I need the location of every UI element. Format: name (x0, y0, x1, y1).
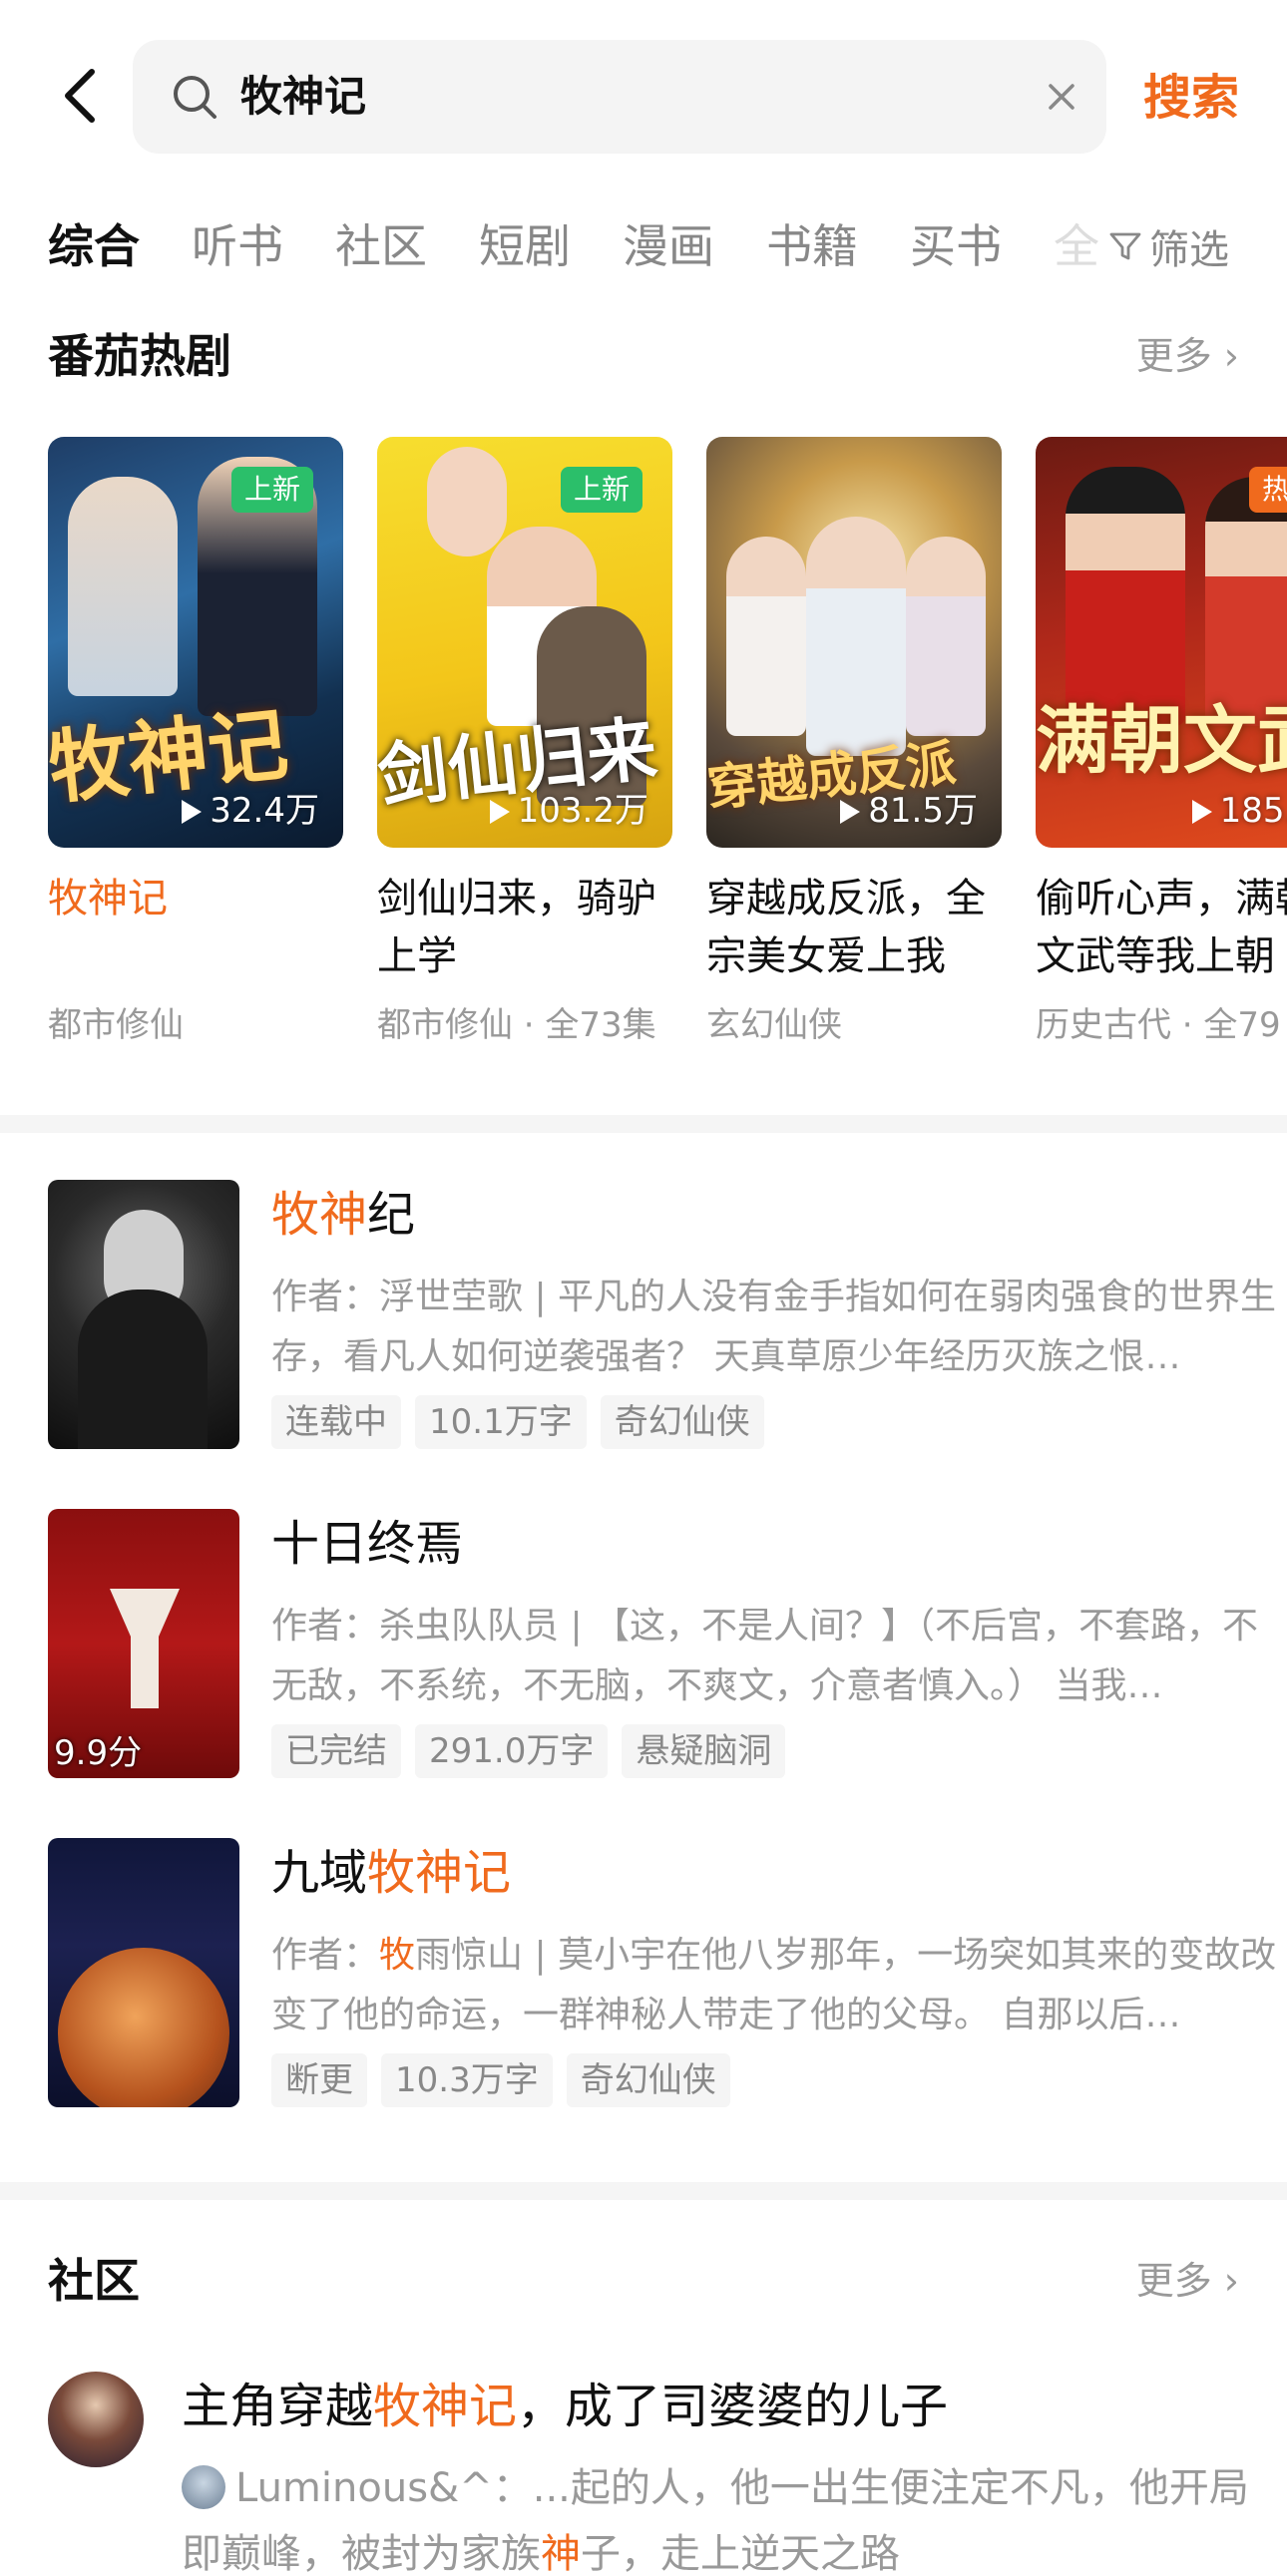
drama-meta: 玄幻仙侠 (706, 1005, 842, 1045)
book-title[interactable]: 九域牧神记 (271, 1838, 511, 1908)
tab-audiobook[interactable]: 听书 (192, 211, 283, 281)
section-title: 社区 (48, 2254, 140, 2308)
drama-card[interactable]: 满朝文武 热门 185.5万 偷听心声，满朝文武等我上朝 历史古代 · 全79 (1036, 437, 1287, 1046)
book-tags: 连载中 10.1万字 奇幻仙侠 (271, 1395, 764, 1449)
book-cover[interactable]: 9.9分 (48, 1509, 239, 1778)
word-count-tag: 10.3万字 (381, 2053, 553, 2107)
status-tag: 已完结 (271, 1724, 401, 1778)
word-count-tag: 291.0万字 (415, 1724, 609, 1778)
search-input[interactable]: 牧神记 (240, 64, 366, 130)
filter-label: 筛选 (1149, 227, 1229, 273)
score-badge: 9.9分 (54, 1733, 143, 1773)
new-badge: 上新 (231, 467, 313, 513)
drama-poster[interactable]: 穿越成反派 81.5万 (706, 437, 1002, 848)
tab-buy-books[interactable]: 买书 (910, 211, 1002, 281)
genre-tag: 奇幻仙侠 (600, 1395, 764, 1449)
genre-tag: 奇幻仙侠 (566, 2053, 730, 2107)
community-section-header: 社区 更多 › (48, 2246, 1239, 2316)
hot-badge: 热门 (1249, 467, 1287, 513)
drama-card[interactable]: 牧神记 上新 32.4万 牧神记 都市修仙 (48, 437, 343, 1046)
book-cover[interactable] (48, 1180, 239, 1449)
search-box[interactable]: 牧神记 (133, 40, 1106, 154)
tab-comprehensive[interactable]: 综合 (48, 211, 140, 281)
section-title: 番茄热剧 (48, 329, 231, 383)
book-item[interactable]: 九域牧神记 作者：牧雨惊山 | 莫小宇在他八岁那年，一场突如其来的变故改变了他的… (48, 1838, 1276, 2117)
tab-community[interactable]: 社区 (335, 211, 427, 281)
word-count-tag: 10.1万字 (415, 1395, 587, 1449)
tab-books[interactable]: 书籍 (766, 211, 858, 281)
search-icon (174, 76, 216, 119)
community-post[interactable]: 主角穿越牧神记，成了司婆婆的儿子 Luminous&^：...起的人，他一出生便… (48, 2372, 1287, 2576)
play-icon (1191, 800, 1212, 824)
book-description: 作者：杀虫队队员 | 【这，不是人间？】（不后宫，不套路，不无敌，不系统，不无脑… (271, 1606, 1259, 1706)
play-count: 103.2万 (489, 783, 648, 832)
play-count: 81.5万 (840, 783, 978, 832)
book-title[interactable]: 牧神纪 (271, 1180, 415, 1250)
avatar[interactable] (48, 2372, 144, 2467)
search-button[interactable]: 搜索 (1143, 60, 1239, 136)
drama-title[interactable]: 剑仙归来，骑驴上学 (377, 870, 672, 985)
new-badge: 上新 (561, 467, 643, 513)
category-tabs: 综合 听书 社区 短剧 漫画 书籍 买书 全 筛选 (0, 199, 1287, 299)
genre-tag: 悬疑脑洞 (622, 1724, 786, 1778)
book-item[interactable]: 牧神纪 作者：浮世茔歌 | 平凡的人没有金手指如何在弱肉强食的世界生存，看凡人如… (48, 1180, 1276, 1459)
clear-icon[interactable] (1039, 74, 1084, 120)
book-tags: 已完结 291.0万字 悬疑脑洞 (271, 1724, 786, 1778)
drama-poster[interactable]: 牧神记 上新 32.4万 (48, 437, 343, 848)
play-icon (182, 800, 203, 824)
more-link[interactable]: 更多 › (1136, 321, 1239, 391)
post-author[interactable]: Luminous&^ (235, 2465, 493, 2511)
play-count: 185.5万 (1191, 783, 1287, 832)
drama-poster[interactable]: 剑仙归来 上新 103.2万 (377, 437, 672, 848)
play-icon (489, 800, 510, 824)
drama-title[interactable]: 牧神记 (48, 870, 343, 985)
post-body: Luminous&^：...起的人，他一出生便注定不凡，他开局即巅峰，被封为家族… (182, 2465, 1249, 2576)
tab-all[interactable]: 全 (1054, 211, 1099, 281)
status-tag: 断更 (271, 2053, 367, 2107)
drama-meta: 都市修仙 (48, 1005, 184, 1045)
dramas-section-header: 番茄热剧 更多 › (48, 321, 1239, 391)
book-description: 作者：牧雨惊山 | 莫小宇在他八岁那年，一场突如其来的变故改变了他的命运，一群神… (271, 1935, 1277, 2035)
section-divider (0, 1115, 1287, 1133)
section-divider (0, 2182, 1287, 2200)
user-avatar-icon (182, 2465, 225, 2509)
tab-short-drama[interactable]: 短剧 (479, 211, 571, 281)
tab-comics[interactable]: 漫画 (623, 211, 714, 281)
drama-card[interactable]: 剑仙归来 上新 103.2万 剑仙归来，骑驴上学 都市修仙 · 全73集 (377, 437, 672, 1046)
top-bar: 牧神记 搜索 (0, 0, 1287, 199)
play-icon (840, 800, 861, 824)
post-title[interactable]: 主角穿越牧神记，成了司婆婆的儿子 (182, 2372, 948, 2441)
drama-title[interactable]: 偷听心声，满朝文武等我上朝 (1036, 870, 1287, 985)
poster-title: 满朝文武 (1036, 698, 1287, 784)
book-title[interactable]: 十日终焉 (271, 1509, 463, 1579)
filter-button[interactable]: 筛选 (1107, 211, 1229, 281)
book-description: 作者：浮世茔歌 | 平凡的人没有金手指如何在弱肉强食的世界生存，看凡人如何逆袭强… (271, 1277, 1277, 1377)
more-link[interactable]: 更多 › (1136, 2246, 1239, 2316)
drama-title[interactable]: 穿越成反派，全宗美女爱上我 (706, 870, 1002, 985)
book-tags: 断更 10.3万字 奇幻仙侠 (271, 2053, 730, 2107)
play-count: 32.4万 (182, 783, 319, 832)
drama-poster[interactable]: 满朝文武 热门 185.5万 (1036, 437, 1287, 848)
book-cover[interactable] (48, 1838, 239, 2107)
drama-meta: 历史古代 · 全79 (1036, 1005, 1281, 1045)
drama-meta: 都市修仙 · 全73集 (377, 1005, 656, 1045)
status-tag: 连载中 (271, 1395, 401, 1449)
book-item[interactable]: 9.9分 十日终焉 作者：杀虫队队员 | 【这，不是人间？】（不后宫，不套路，不… (48, 1509, 1258, 1788)
back-arrow-icon[interactable] (60, 66, 100, 126)
drama-card[interactable]: 穿越成反派 81.5万 穿越成反派，全宗美女爱上我 玄幻仙侠 (706, 437, 1002, 1046)
filter-icon (1109, 232, 1141, 260)
